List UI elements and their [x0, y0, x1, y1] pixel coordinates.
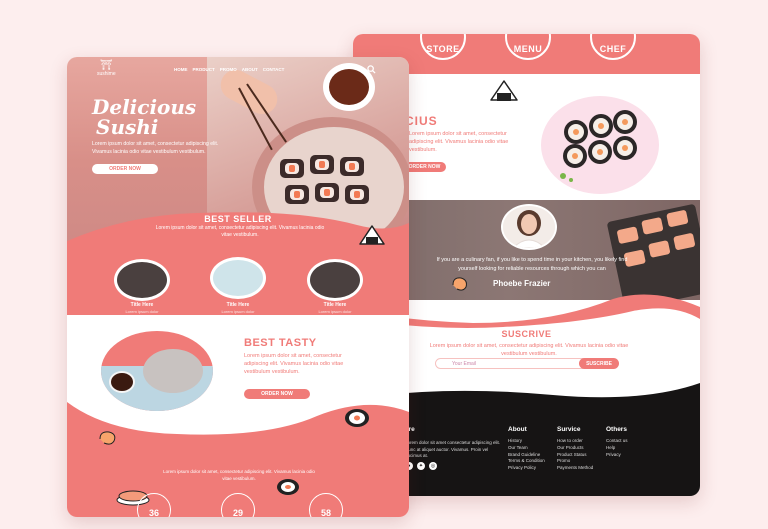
- best-seller-text: Lorem ipsum dolor sit amet, consectetur …: [155, 225, 325, 238]
- sushi-plate-image: [541, 96, 659, 194]
- best-tasty-text: Lorem ipsum dolor sit amet, consectetur …: [244, 353, 344, 375]
- dish-image-3[interactable]: [310, 262, 360, 298]
- dish-subtitle-3: Lorem ipsum dolor: [318, 309, 352, 314]
- dish-image-1[interactable]: [117, 262, 167, 298]
- footer-others-col: Others Contact us Help Privacy: [606, 426, 628, 458]
- hero-text: Lorem ipsum dolor sit amet, consectetur …: [92, 141, 219, 155]
- testimonial-text: If you are a culinary fan, if you like t…: [436, 257, 628, 272]
- front-page-mockup: ⛩ sushime HOME PRODUCT PROMO ABOUT CONTA…: [67, 57, 409, 517]
- soy-bowl: [109, 371, 135, 393]
- hero-headline-line1: Delicious: [92, 95, 197, 119]
- best-tasty-title: BEST TASTY: [244, 337, 317, 349]
- sushi-roll: [285, 185, 309, 204]
- back-hero-title: CIUS: [405, 114, 438, 128]
- footer-link[interactable]: Help: [606, 445, 628, 452]
- onigiri-sticker-icon: [359, 225, 385, 245]
- search-icon[interactable]: [367, 65, 376, 76]
- instagram-icon[interactable]: ◎: [429, 462, 437, 470]
- sushi-roll-sticker-icon: [345, 409, 369, 427]
- footer-link[interactable]: How to order: [557, 438, 593, 445]
- hero-headline: Delicious Sushi: [92, 97, 196, 137]
- dish-title-1: Title Here: [130, 302, 154, 308]
- sushi-roll: [315, 183, 339, 202]
- footer-link[interactable]: Promo: [557, 458, 593, 465]
- hero-headline-line2: Sushi: [96, 115, 159, 139]
- footer-link[interactable]: Our Team: [508, 445, 545, 452]
- footer-link[interactable]: Product Status: [557, 452, 593, 459]
- dish-subtitle-1: Lorem ipsum dolor: [125, 309, 159, 314]
- dish-image-2[interactable]: [213, 260, 263, 296]
- subscribe-text: Lorem ipsum dolor sit amet, consectetur …: [429, 343, 629, 357]
- footer-link[interactable]: Payments Method: [557, 465, 593, 472]
- nav-contact[interactable]: CONTACT: [263, 67, 285, 72]
- sushi-roll: [340, 157, 364, 176]
- onigiri-sticker-icon: [490, 80, 518, 101]
- shrimp-sticker-icon: [99, 431, 116, 445]
- nav-product[interactable]: PRODUCT: [193, 67, 215, 72]
- logo[interactable]: ⛩ sushime: [97, 60, 116, 78]
- footer-link[interactable]: Terms & Condition: [508, 458, 545, 465]
- footer-service-col: Survice How to order Our Products Produc…: [557, 426, 593, 472]
- best-tasty-image: [101, 331, 213, 411]
- back-order-button[interactable]: ORDER NOW: [403, 162, 446, 172]
- sushi-roll-sticker-icon: [277, 479, 299, 495]
- footer-brand-text: Lorem dolor sit amet consectetur adipisc…: [405, 440, 501, 458]
- best-tasty-order-button[interactable]: ORDER NOW: [244, 389, 310, 399]
- footer-service-head: Survice: [557, 426, 581, 433]
- twitter-icon[interactable]: ✦: [417, 462, 425, 470]
- footer-link[interactable]: History: [508, 438, 545, 445]
- back-hero-text: Lorem ipsum dolor sit amet, consectetur …: [409, 131, 509, 153]
- sushi-roll: [280, 159, 304, 178]
- testimonial-name: Phoebe Frazier: [493, 279, 551, 288]
- soy-sauce: [329, 69, 369, 105]
- footer-link[interactable]: Our Products: [557, 445, 593, 452]
- sushi-dish: [143, 349, 203, 393]
- nav-promo[interactable]: PROMO: [220, 67, 237, 72]
- footer-link[interactable]: Privacy: [606, 452, 628, 459]
- shrimp-sticker-icon: [452, 277, 467, 291]
- dish-subtitle-2: Lorem ipsum dolor: [221, 309, 255, 314]
- footer-link[interactable]: Contact us: [606, 438, 628, 445]
- footer-others-head: Others: [606, 426, 627, 433]
- nav-home[interactable]: HOME: [174, 67, 188, 72]
- chef-avatar: [501, 204, 557, 250]
- logo-text: sushime: [97, 71, 116, 77]
- order-now-button[interactable]: ORDER NOW: [92, 164, 158, 174]
- subscribe-button[interactable]: SUSCRIBE: [579, 358, 619, 369]
- sushi-roll: [345, 185, 369, 204]
- dish-title-3: Title Here: [323, 302, 347, 308]
- logo-mark-icon: ⛩: [99, 60, 113, 71]
- footer-about-col: About History Our Team Brand Guideline T…: [508, 426, 545, 472]
- footer-link[interactable]: Privacy Policy: [508, 465, 545, 472]
- dish-title-2: Title Here: [226, 302, 250, 308]
- main-nav: HOME PRODUCT PROMO ABOUT CONTACT: [174, 67, 284, 72]
- footer-link[interactable]: Brand Guideline: [508, 452, 545, 459]
- sushi-roll: [310, 155, 334, 174]
- nav-about[interactable]: ABOUT: [242, 67, 258, 72]
- footer-about-head: About: [508, 426, 527, 433]
